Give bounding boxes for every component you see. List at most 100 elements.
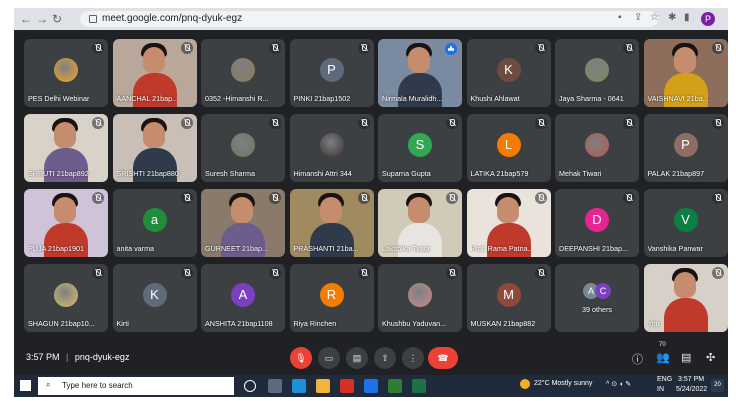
mic-muted-icon (623, 192, 635, 204)
participant-name: Lakshika Tyagi (382, 244, 430, 253)
language-bottom[interactable]: IN (657, 386, 664, 393)
mic-muted-icon (357, 42, 370, 54)
present-button[interactable]: ⇧ (374, 347, 396, 369)
taskbar-search-box[interactable]: ⌕ Type here to search (38, 377, 234, 395)
participant-tile[interactable]: P PALAK 21bap897 (643, 114, 728, 182)
participant-tile[interactable]: K Khushi Ahlawat (466, 39, 551, 107)
windows-start-icon[interactable] (20, 380, 31, 391)
leave-call-button[interactable]: ☎ (428, 347, 458, 369)
taskbar-date[interactable]: 5/24/2022 (676, 386, 707, 393)
browser-toolbar: ← → ↻ meet.google.com/pnq-dyuk-egz ▪ ⇪ ☆… (14, 8, 728, 30)
mic-off-button[interactable]: 🎙 (290, 347, 312, 369)
info-icon[interactable]: ⓘ (632, 351, 643, 367)
edge-icon[interactable] (292, 379, 306, 393)
participant-tile[interactable]: PUJA 21bap1901 (24, 189, 108, 257)
taskbar-time[interactable]: 3:57 PM (678, 376, 704, 383)
participant-avatar: V (673, 208, 698, 232)
participant-tile[interactable]: PES Delhi Webinar (24, 39, 108, 107)
person-head (231, 197, 253, 223)
participant-avatar: R (319, 283, 344, 307)
store-icon[interactable] (388, 379, 402, 393)
meeting-controls-bar: 3:57 PM | pnq-dyuk-egz 🎙 ▭ ▤ ⇧ ⋮ ☎ ⓘ 70 … (14, 342, 728, 375)
mic-off-icon: 🎙 (295, 353, 307, 363)
participant-tile[interactable]: V Vanshika Panwar (643, 189, 728, 257)
participant-tile[interactable]: Lakshika Tyagi (378, 189, 462, 257)
participant-name: PALAK 21bap897 (647, 169, 705, 178)
cortana-icon[interactable] (244, 380, 256, 392)
mail-icon[interactable] (364, 379, 378, 393)
meeting-time: 3:57 PM (26, 352, 60, 362)
participant-tile[interactable]: Khushbu Yaduvan... (378, 264, 462, 332)
participant-tile[interactable]: D DEEPANSHI 21bap... (555, 189, 639, 257)
sidebar-icon[interactable]: ▮ (684, 12, 690, 23)
tray-icons[interactable]: ^ ⊙ ◖ ✎ (606, 380, 631, 388)
participant-name: PUJA 21bap1901 (28, 244, 84, 253)
camera-indicator-icon[interactable]: ▪ (618, 12, 622, 23)
participant-tile[interactable]: Jaya Sharma - 0641 (555, 39, 639, 107)
participant-tile[interactable]: A ANSHITA 21bap1108 (201, 264, 285, 332)
participant-tile[interactable]: SHAGUN 21bap10... (24, 264, 108, 332)
participant-name: Khushi Ahlawat (470, 94, 520, 103)
participant-tile[interactable]: a anita varma (112, 189, 197, 257)
chrome-icon[interactable] (340, 379, 354, 393)
camera-button[interactable]: ▭ (318, 347, 340, 369)
participant-tile[interactable]: Suresh Sharma (201, 114, 285, 182)
participant-name: Prof. Rama Patna... (470, 244, 534, 253)
participant-tile[interactable]: Prof. Rama Patna... (466, 189, 551, 257)
address-bar[interactable]: meet.google.com/pnq-dyuk-egz (80, 11, 658, 27)
participant-tile[interactable]: PRASHANTI 21ba... (289, 189, 374, 257)
more-options-button[interactable]: ⋮ (402, 347, 424, 369)
back-icon[interactable]: ← (20, 11, 32, 27)
participant-avatar: P (319, 58, 344, 82)
mic-muted-icon (534, 117, 547, 129)
participant-tile[interactable]: GURNEET 21bap... (201, 189, 285, 257)
excel-icon[interactable] (412, 379, 426, 393)
participant-tile[interactable]: Nirmala Muralidh... (378, 39, 462, 107)
participant-tile[interactable]: M MUSKAN 21bap882 (466, 264, 551, 332)
participant-avatar: K (496, 58, 521, 82)
speaking-indicator-icon (445, 43, 457, 55)
bookmark-star-icon[interactable]: ☆ (650, 12, 659, 23)
person-head (496, 197, 519, 223)
participant-tile[interactable]: 0352 -Himanshi R... (201, 39, 285, 107)
mic-muted-icon (711, 267, 724, 279)
chat-icon[interactable]: ▤ (681, 351, 691, 364)
mic-muted-icon (446, 117, 458, 129)
participant-tile[interactable]: Mehak Tiwari (555, 114, 639, 182)
task-view-icon[interactable] (268, 379, 282, 393)
profile-avatar[interactable]: P (701, 12, 715, 26)
participant-tile[interactable]: L LATIKA 21bap579 (466, 114, 551, 182)
activities-icon[interactable]: ✣ (706, 351, 715, 364)
participant-tile[interactable]: K Kirti (112, 264, 197, 332)
participant-tile[interactable]: Himanshi Attri 344 (289, 114, 374, 182)
reload-icon[interactable]: ↻ (52, 11, 62, 27)
forward-icon[interactable]: → (36, 11, 48, 27)
mic-muted-icon (623, 117, 635, 129)
extensions-icon[interactable]: ✱ (668, 12, 676, 23)
participant-tile[interactable]: A C 39 others (555, 264, 639, 332)
people-icon[interactable]: 👥 (656, 351, 670, 364)
participant-tile[interactable]: SHRUTI 21bap892 (24, 114, 108, 182)
weather-text[interactable]: 22°C Mostly sunny (534, 380, 592, 387)
participant-tile[interactable]: SRISHTI 21bap880 (112, 114, 197, 182)
person-head (142, 47, 165, 73)
mic-muted-icon (711, 42, 724, 54)
participant-tile[interactable]: P PINKI 21bap1502 (289, 39, 374, 107)
participant-tile[interactable]: S Suparna Gupta (378, 114, 462, 182)
participant-tile[interactable]: You (643, 264, 728, 332)
participant-tile[interactable]: R Riya Rinchen (289, 264, 374, 332)
mic-muted-icon (92, 192, 104, 204)
present-icon: ⇧ (381, 353, 389, 363)
profile-photo (54, 58, 78, 82)
share-icon[interactable]: ⇪ (634, 12, 642, 23)
participant-name: SRISHTI 21bap880 (116, 169, 179, 178)
participant-tile[interactable]: VAISHNAVI 21ba... (643, 39, 728, 107)
participants-count: 70 (659, 342, 666, 348)
notification-badge[interactable]: 20 (711, 379, 724, 392)
file-explorer-icon[interactable] (316, 379, 330, 393)
language-top[interactable]: ENG (657, 376, 672, 383)
person-head (54, 122, 76, 148)
captions-button[interactable]: ▤ (346, 347, 368, 369)
person-head (673, 272, 696, 298)
participant-tile[interactable]: AANCHAL 21bap... (112, 39, 197, 107)
